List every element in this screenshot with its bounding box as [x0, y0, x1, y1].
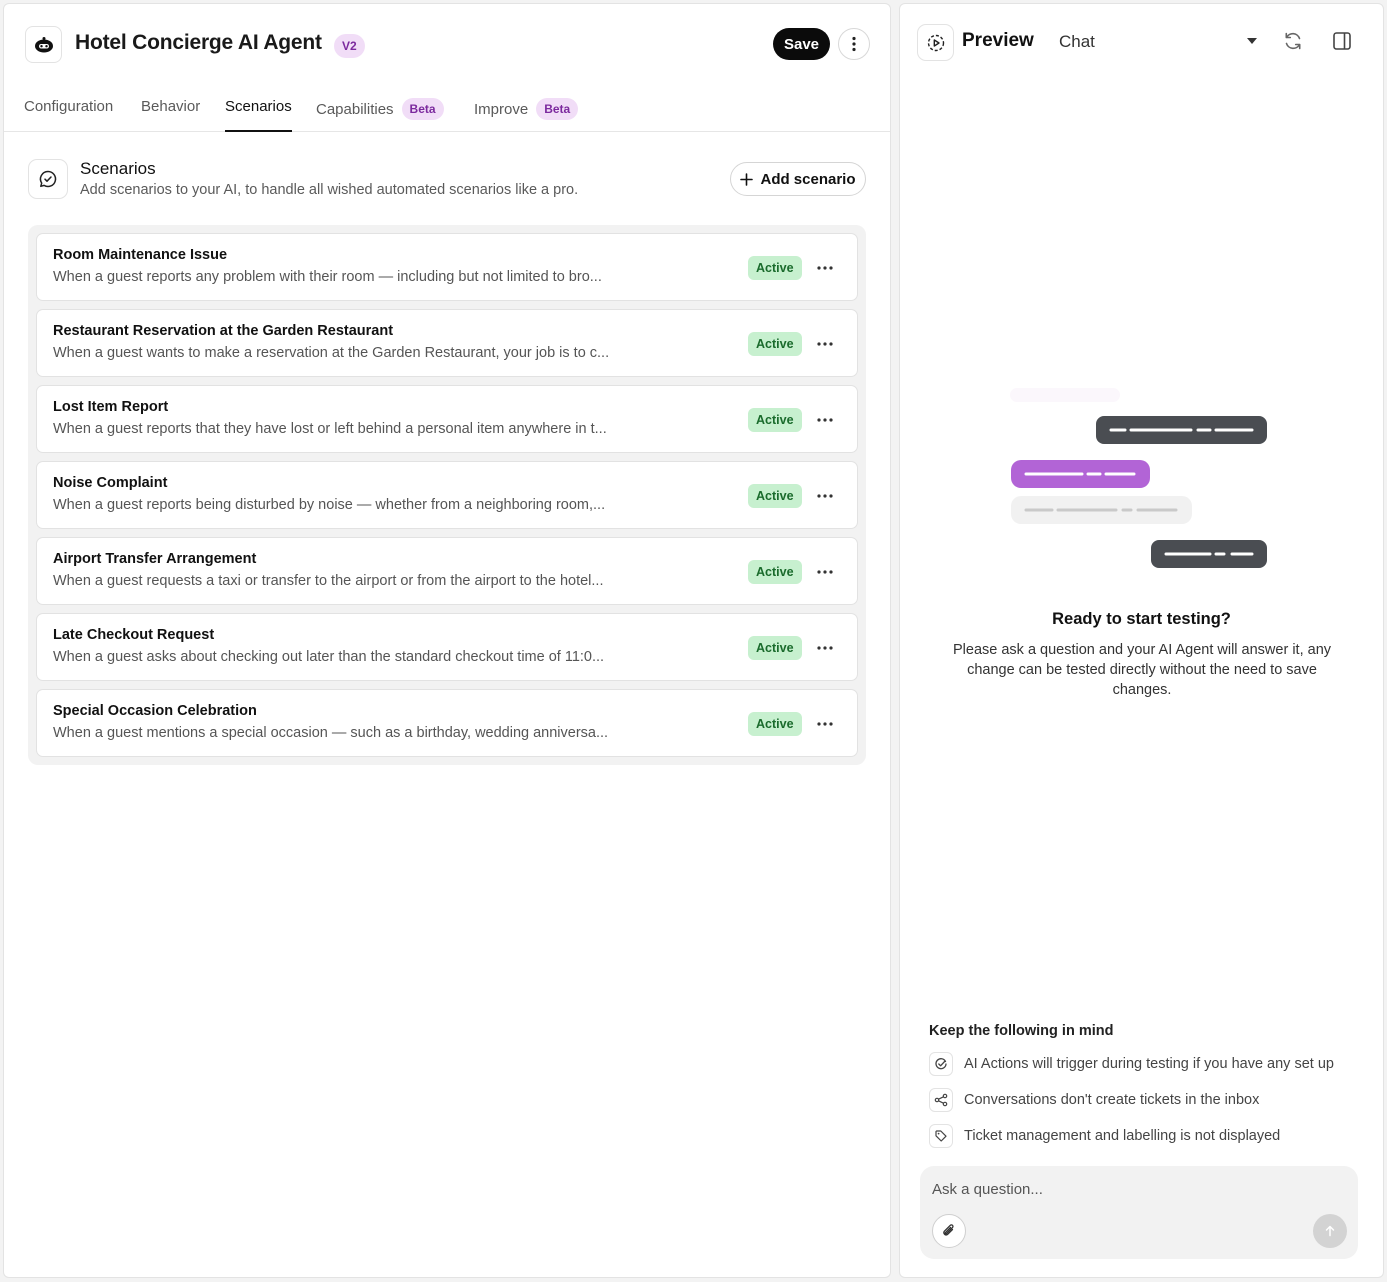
more-options-button[interactable] [838, 28, 870, 60]
plus-icon [740, 172, 754, 186]
ready-text: Please ask a question and your AI Agent … [952, 642, 1332, 698]
status-badge: Active [748, 712, 802, 736]
beta-badge: Beta [536, 98, 579, 120]
tip-text: AI Actions will trigger during testing i… [964, 1056, 1334, 1072]
scenario-list: Room Maintenance Issue When a guest repo… [28, 225, 866, 765]
sidebar-toggle-icon[interactable] [1331, 30, 1353, 52]
save-button[interactable]: Save [773, 28, 830, 60]
scenario-description: When a guest requests a taxi or transfer… [53, 573, 604, 589]
tip-item: Conversations don't create tickets in th… [929, 1088, 1259, 1112]
status-badge: Active [748, 256, 802, 280]
ellipsis-icon[interactable] [811, 482, 839, 510]
scenario-card[interactable]: Airport Transfer Arrangement When a gues… [36, 537, 858, 605]
chat-check-icon [28, 159, 68, 199]
attach-button[interactable] [932, 1214, 966, 1248]
ellipsis-icon[interactable] [811, 710, 839, 738]
chevron-down-icon[interactable] [1244, 35, 1260, 47]
vertical-dots-icon [852, 36, 856, 52]
section-title: Scenarios [80, 159, 156, 178]
ellipsis-icon[interactable] [811, 558, 839, 586]
chat-composer [920, 1166, 1358, 1259]
agent-editor-panel: Hotel Concierge AI Agent V2 Save Configu… [3, 3, 891, 1278]
tip-text: Conversations don't create tickets in th… [964, 1092, 1260, 1108]
send-button[interactable] [1313, 1214, 1347, 1248]
version-badge: V2 [334, 34, 365, 58]
paperclip-icon [943, 1224, 954, 1236]
scenario-card[interactable]: Special Occasion Celebration When a gues… [36, 689, 858, 757]
beta-badge: Beta [401, 98, 444, 120]
scenario-name: Restaurant Reservation at the Garden Res… [53, 323, 394, 339]
scenario-name: Special Occasion Celebration [53, 703, 257, 719]
status-badge: Active [748, 636, 802, 660]
scenario-description: When a guest mentions a special occasion… [53, 725, 609, 741]
robot-icon [25, 26, 62, 63]
header: Hotel Concierge AI Agent V2 Save [4, 4, 890, 86]
scenario-name: Lost Item Report [53, 399, 169, 415]
section-subtitle: Add scenarios to your AI, to handle all … [80, 182, 579, 198]
scenario-description: When a guest wants to make a reservation… [53, 345, 610, 361]
scenario-card[interactable]: Noise Complaint When a guest reports bei… [36, 461, 858, 529]
share-icon [929, 1088, 953, 1112]
scenario-card[interactable]: Late Checkout Request When a guest asks … [36, 613, 858, 681]
mode-select[interactable]: Chat [1059, 32, 1095, 52]
add-scenario-button[interactable]: Add scenario [730, 162, 866, 196]
scenario-description: When a guest reports being disturbed by … [53, 497, 606, 513]
tab-configuration[interactable]: Configuration [24, 98, 113, 132]
status-badge: Active [748, 408, 802, 432]
status-badge: Active [748, 560, 802, 584]
scenario-name: Late Checkout Request [53, 627, 215, 643]
status-badge: Active [748, 332, 802, 356]
ellipsis-icon[interactable] [811, 254, 839, 282]
tips-title: Keep the following in mind [929, 1023, 1114, 1039]
tab-capabilities[interactable]: Capabilities Beta [316, 98, 444, 132]
scenario-name: Noise Complaint [53, 475, 168, 491]
scenario-description: When a guest reports any problem with th… [53, 269, 602, 285]
scenario-description: When a guest asks about checking out lat… [53, 649, 605, 665]
preview-title: Preview [962, 30, 1034, 51]
chat-illustration [1010, 388, 1267, 568]
arrow-up-icon [1325, 1225, 1335, 1237]
scenario-description: When a guest reports that they have lost… [53, 421, 607, 437]
tag-icon [929, 1124, 953, 1148]
tip-text: Ticket management and labelling is not d… [964, 1128, 1281, 1144]
ellipsis-icon[interactable] [811, 634, 839, 662]
preview-panel: Preview Chat Ready to start testing? Ple… [899, 3, 1384, 1278]
ai-actions-icon [929, 1052, 953, 1076]
scenario-card[interactable]: Restaurant Reservation at the Garden Res… [36, 309, 858, 377]
scenario-card[interactable]: Lost Item Report When a guest reports th… [36, 385, 858, 453]
tab-improve[interactable]: Improve Beta [474, 98, 579, 132]
tip-item: Ticket management and labelling is not d… [929, 1124, 1280, 1148]
tip-item: AI Actions will trigger during testing i… [929, 1052, 1334, 1076]
question-input[interactable] [932, 1178, 1332, 1200]
ellipsis-icon[interactable] [811, 406, 839, 434]
ellipsis-icon[interactable] [811, 330, 839, 358]
scenario-card[interactable]: Room Maintenance Issue When a guest repo… [36, 233, 858, 301]
play-circle-icon [917, 24, 954, 61]
tab-scenarios[interactable]: Scenarios [225, 98, 292, 132]
refresh-icon[interactable] [1282, 30, 1304, 52]
scenario-name: Room Maintenance Issue [53, 247, 228, 263]
scenario-name: Airport Transfer Arrangement [53, 551, 257, 567]
ready-title: Ready to start testing? [1052, 610, 1231, 628]
tab-behavior[interactable]: Behavior [141, 98, 200, 132]
tab-bar: Configuration Behavior Scenarios Capabil… [4, 86, 890, 132]
status-badge: Active [748, 484, 802, 508]
agent-title: Hotel Concierge AI Agent [75, 31, 322, 54]
